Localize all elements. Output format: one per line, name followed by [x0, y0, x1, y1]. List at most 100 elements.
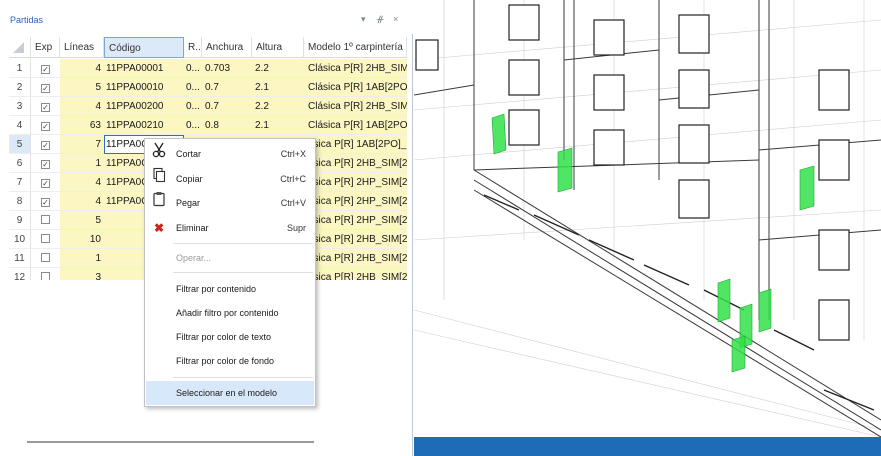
menu-item-filter-content[interactable]: Filtrar por contenido: [146, 277, 314, 301]
cell-lineas[interactable]: 5: [60, 211, 104, 230]
row-number[interactable]: 9: [9, 211, 31, 230]
exp-checkbox-cell[interactable]: ✓: [31, 59, 60, 78]
panel-pin-icon[interactable]: ᚌ: [377, 14, 383, 25]
row-number[interactable]: 3: [9, 97, 31, 116]
exp-checkbox-cell[interactable]: [31, 230, 60, 249]
exp-checkbox-cell[interactable]: ✓: [31, 135, 60, 154]
menu-item-select-in-model[interactable]: Seleccionar en el modelo: [146, 381, 314, 405]
horizontal-scrollbar[interactable]: [27, 441, 314, 443]
cell-altura[interactable]: 2.2: [252, 97, 304, 116]
row-number[interactable]: 12: [9, 268, 31, 280]
menu-item-delete[interactable]: ✖ Eliminar Supr: [146, 216, 314, 240]
cell-modelo[interactable]: ásica P[R] 2HP_SIM[2: [304, 192, 407, 211]
exp-checkbox[interactable]: ✓: [41, 103, 50, 112]
cell-r[interactable]: 0...: [184, 78, 202, 97]
cell-modelo[interactable]: Clásica P[R] 2HB_SIM[2: [304, 97, 407, 116]
exp-checkbox[interactable]: [41, 234, 50, 243]
row-number[interactable]: 5: [9, 135, 31, 154]
cell-r[interactable]: 0...: [184, 116, 202, 135]
table-row[interactable]: 4 ✓ 63 11PPA00210 0... 0.8 2.1 Clásica P[R] 1AB…: [9, 116, 407, 135]
cell-lineas[interactable]: 3: [60, 268, 104, 280]
row-number[interactable]: 11: [9, 249, 31, 268]
panel-close-icon[interactable]: ×: [393, 14, 398, 24]
column-header-altura[interactable]: Altura: [252, 37, 304, 58]
menu-item-operate[interactable]: Operar...: [146, 246, 314, 270]
cell-modelo[interactable]: Clásica P[R] 2HB_SIM[2: [304, 59, 407, 78]
cell-modelo[interactable]: ásica P[R] 2HP_SIM[2: [304, 211, 407, 230]
column-header-anchura[interactable]: Anchura: [202, 37, 252, 58]
exp-checkbox-cell[interactable]: ✓: [31, 78, 60, 97]
exp-checkbox[interactable]: ✓: [41, 160, 50, 169]
menu-item-add-filter-content[interactable]: Añadir filtro por contenido: [146, 301, 314, 325]
cell-r[interactable]: 0...: [184, 59, 202, 78]
row-number[interactable]: 4: [9, 116, 31, 135]
exp-checkbox[interactable]: ✓: [41, 65, 50, 74]
cell-modelo[interactable]: Clásica P[R] 1AB[2PO]_D: [304, 78, 407, 97]
column-header-modelo[interactable]: Modelo 1º carpintería: [304, 37, 407, 58]
row-number[interactable]: 10: [9, 230, 31, 249]
exp-checkbox-cell[interactable]: ✓: [31, 173, 60, 192]
column-header-codigo[interactable]: Código: [104, 37, 184, 58]
menu-item-copy[interactable]: Copiar Ctrl+C: [146, 167, 314, 191]
exp-checkbox[interactable]: ✓: [41, 122, 50, 131]
table-row[interactable]: 2 ✓ 5 11PPA00010 0... 0.7 2.1 Clásica P[R] 1AB[…: [9, 78, 407, 97]
cell-modelo[interactable]: ásica P[R] 2HB_SIM[2: [304, 268, 407, 280]
cell-lineas[interactable]: 10: [60, 230, 104, 249]
cell-anchura[interactable]: 0.703: [202, 59, 252, 78]
cell-modelo[interactable]: ásica P[R] 1AB[2PO]_D: [304, 135, 407, 154]
cell-modelo[interactable]: ásica P[R] 2HB_SIM[2: [304, 249, 407, 268]
exp-checkbox[interactable]: ✓: [41, 179, 50, 188]
column-header-r[interactable]: R..: [184, 37, 202, 58]
cell-modelo[interactable]: ásica P[R] 2HB_SIM[2: [304, 154, 407, 173]
exp-checkbox[interactable]: ✓: [41, 198, 50, 207]
cell-altura[interactable]: 2.1: [252, 116, 304, 135]
cell-codigo[interactable]: 11PPA00200: [104, 97, 184, 116]
cell-codigo[interactable]: 11PPA00001: [104, 59, 184, 78]
menu-item-filter-bg-color[interactable]: Filtrar por color de fondo: [146, 349, 314, 373]
exp-checkbox-cell[interactable]: [31, 211, 60, 230]
cell-lineas[interactable]: 4: [60, 192, 104, 211]
column-header-exp[interactable]: Exp: [31, 37, 60, 58]
model-3d-viewport[interactable]: [414, 0, 881, 437]
exp-checkbox-cell[interactable]: ✓: [31, 192, 60, 211]
row-number[interactable]: 8: [9, 192, 31, 211]
exp-checkbox[interactable]: [41, 215, 50, 224]
row-number[interactable]: 7: [9, 173, 31, 192]
menu-item-paste[interactable]: Pegar Ctrl+V: [146, 191, 314, 215]
cell-lineas[interactable]: 1: [60, 249, 104, 268]
menu-item-filter-text-color[interactable]: Filtrar por color de texto: [146, 325, 314, 349]
menu-item-cut[interactable]: Cortar Ctrl+X: [146, 142, 314, 166]
exp-checkbox-cell[interactable]: [31, 249, 60, 268]
cell-codigo[interactable]: 11PPA00210: [104, 116, 184, 135]
column-header-lineas[interactable]: Líneas: [60, 37, 104, 58]
cell-lineas[interactable]: 4: [60, 173, 104, 192]
cell-altura[interactable]: 2.1: [252, 78, 304, 97]
cell-lineas[interactable]: 7: [60, 135, 104, 154]
cell-anchura[interactable]: 0.8: [202, 116, 252, 135]
cell-lineas[interactable]: 5: [60, 78, 104, 97]
exp-checkbox-cell[interactable]: ✓: [31, 97, 60, 116]
cell-altura[interactable]: 2.2: [252, 59, 304, 78]
cell-modelo[interactable]: ásica P[R] 2HP_SIM[2: [304, 173, 407, 192]
cell-modelo[interactable]: Clásica P[R] 1AB[2PO]_D: [304, 116, 407, 135]
exp-checkbox-cell[interactable]: ✓: [31, 154, 60, 173]
exp-checkbox-cell[interactable]: [31, 268, 60, 280]
row-number[interactable]: 2: [9, 78, 31, 97]
table-row[interactable]: 3 ✓ 4 11PPA00200 0... 0.7 2.2 Clásica P[R] 2HB_…: [9, 97, 407, 116]
exp-checkbox[interactable]: ✓: [41, 141, 50, 150]
row-number[interactable]: 1: [9, 59, 31, 78]
cell-lineas[interactable]: 1: [60, 154, 104, 173]
cell-lineas[interactable]: 4: [60, 59, 104, 78]
cell-anchura[interactable]: 0.7: [202, 97, 252, 116]
cell-codigo[interactable]: 11PPA00010: [104, 78, 184, 97]
exp-checkbox[interactable]: ✓: [41, 84, 50, 93]
panel-dropdown-icon[interactable]: ▾: [361, 14, 366, 25]
cell-lineas[interactable]: 63: [60, 116, 104, 135]
cell-lineas[interactable]: 4: [60, 97, 104, 116]
cell-anchura[interactable]: 0.7: [202, 78, 252, 97]
row-number[interactable]: 6: [9, 154, 31, 173]
cell-modelo[interactable]: ásica P[R] 2HB_SIM[2: [304, 230, 407, 249]
select-all-corner[interactable]: [9, 37, 31, 58]
exp-checkbox[interactable]: [41, 272, 50, 280]
exp-checkbox-cell[interactable]: ✓: [31, 116, 60, 135]
